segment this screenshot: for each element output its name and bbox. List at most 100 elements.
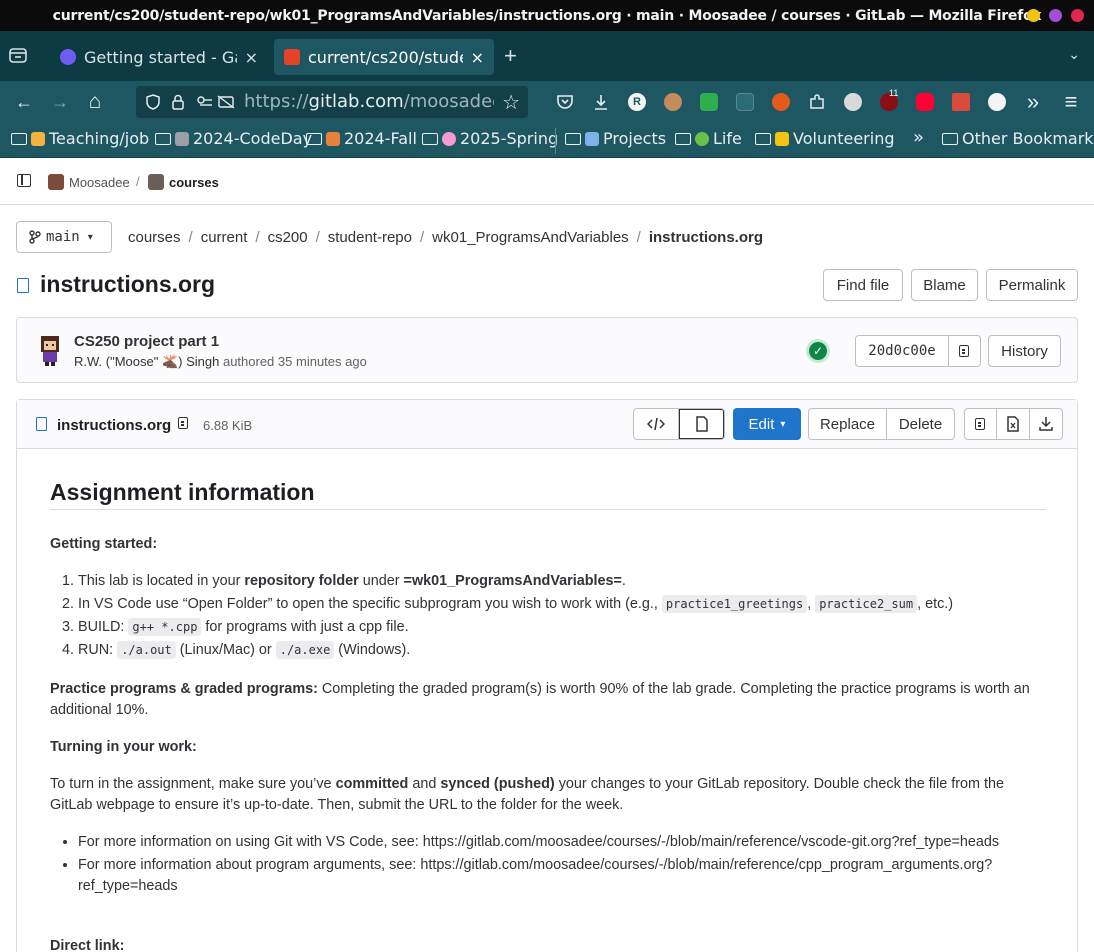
window-controls [1027,9,1084,22]
close-tab-icon[interactable]: × [471,48,484,67]
copy-path-icon[interactable] [178,417,188,429]
commit-title[interactable]: CS250 project part 1 [74,333,219,350]
sidebar-tabs-icon[interactable] [8,45,30,67]
tab-getting-started[interactable]: Getting started - Game × [50,39,268,75]
find-file-button[interactable]: Find file [823,269,903,301]
commit-time: 35 minutes ago [277,354,367,369]
lock-icon[interactable] [171,94,185,110]
duckduckgo-icon[interactable] [772,93,790,111]
branch-selector[interactable]: main ▾ [16,221,112,253]
file-viewer: instructions.org 6.88 KiB Edit ▾ Replace … [16,399,1078,952]
tab-gitlab-instructions[interactable]: current/cs200/student- × [274,39,494,75]
turnin-label: Turning in your work: [50,739,197,755]
bookmark-folder-codeday[interactable]: 2024-CodeDay [155,129,312,148]
green-extension-icon[interactable] [700,93,718,111]
bookmark-folder-teaching[interactable]: Teaching/job [11,129,149,148]
window-title: current/cs200/student-repo/wk01_Programs… [52,7,1042,24]
raw-file-icon [1007,416,1019,432]
path-segment[interactable]: student-repo [328,229,412,246]
bookmarks-separator [555,128,556,154]
tab-label: current/cs200/student- [308,47,463,67]
bookmark-star-icon[interactable]: ☆ [502,90,520,115]
list-item: BUILD: g++ *.cpp for programs with just … [78,617,1046,638]
chevron-down-icon: ▾ [780,418,786,430]
path-segment[interactable]: wk01_ProgramsAndVariables [432,229,629,246]
bookmarks-overflow-button[interactable]: » [913,127,924,148]
permissions-icon[interactable] [196,95,236,109]
bookmark-folder-volunteering[interactable]: Volunteering [755,129,895,148]
author-avatar[interactable] [35,334,65,366]
home-button[interactable]: ⌂ [84,91,106,113]
download-icon[interactable] [592,93,610,111]
tab-strip: Getting started - Game × current/cs200/s… [0,31,1094,81]
edit-dropdown-button[interactable]: Edit ▾ [733,408,801,440]
avatar-extension-icon[interactable] [664,93,682,111]
copy-contents-button[interactable] [964,408,997,440]
shield-icon[interactable] [145,94,161,110]
replace-button[interactable]: Replace [808,408,887,440]
rendered-view-button[interactable] [679,408,725,440]
sidebar-toggle-icon[interactable] [17,174,31,187]
gitlab-icon [284,49,300,65]
maximize-button[interactable] [1049,9,1062,22]
copy-sha-button[interactable] [949,335,981,367]
copy-icon [975,418,985,430]
mastodon-icon [60,49,76,65]
source-view-button[interactable] [633,408,679,440]
practice-paragraph: Practice programs & graded programs: Com… [50,681,1030,718]
commit-sha-group: 20d0c00e [855,335,981,367]
list-tabs-button[interactable]: ⌄ [1068,46,1080,63]
pocket-icon[interactable] [556,93,574,111]
commit-sha[interactable]: 20d0c00e [855,335,949,367]
path-segment[interactable]: current [201,229,248,246]
breadcrumb-project[interactable]: courses [148,174,219,190]
forward-button[interactable]: → [49,91,71,113]
s-extension-icon[interactable] [988,93,1006,111]
commit-meta: R.W. ("Moose" 🫎) Singh authored 35 minut… [74,354,367,369]
minimize-button[interactable] [1027,9,1040,22]
handshake-emoji-icon [775,131,789,146]
folder-icon [11,132,27,145]
breadcrumb-group[interactable]: Moosadee [48,174,130,190]
notification-count-badge: 11 [889,88,899,98]
bookmark-folder-spring[interactable]: 2025-Spring [422,129,558,148]
code-icon [647,417,665,431]
bookmark-folder-fall[interactable]: 2024-Fall [306,129,417,148]
toolbar-overflow-button[interactable]: » [1022,91,1044,113]
blame-button[interactable]: Blame [911,269,978,301]
list-item: In VS Code use “Open Folder” to open the… [78,594,1046,615]
download-button[interactable] [1030,408,1063,440]
back-button[interactable]: ← [13,91,35,113]
delete-button[interactable]: Delete [887,408,955,440]
pipeline-passed-icon[interactable]: ✓ [806,339,830,363]
getting-started-label: Getting started: [50,536,158,552]
extensions-puzzle-icon[interactable] [808,93,826,111]
open-raw-button[interactable] [997,408,1030,440]
new-tab-button[interactable]: + [504,43,517,69]
megaphone-extension-icon[interactable] [952,93,970,111]
close-window-button[interactable] [1071,9,1084,22]
permalink-button[interactable]: Permalink [986,269,1078,301]
replace-delete-group: Replace Delete [808,408,955,440]
youtube-icon[interactable] [916,93,934,111]
folder-icon [675,132,691,145]
bookmark-folder-life[interactable]: Life [675,129,742,148]
breadcrumb-separator: / [136,174,140,189]
doc-heading: Assignment information [50,481,1046,510]
app-menu-button[interactable]: ≡ [1060,91,1082,113]
list-item: RUN: ./a.out (Linux/Mac) or ./a.exe (Win… [78,640,1046,661]
raccoon-extension-icon[interactable] [844,93,862,111]
bookmark-folder-projects[interactable]: Projects [565,129,666,148]
direct-link-label: Direct link: [50,938,125,952]
url-text[interactable]: https://gitlab.com/moosadee/cours [244,91,494,112]
path-segment[interactable]: courses [128,229,181,246]
close-tab-icon[interactable]: × [245,48,258,67]
path-segment[interactable]: cs200 [268,229,308,246]
url-bar[interactable]: https://gitlab.com/moosadee/cours ☆ [136,86,528,118]
commit-author[interactable]: R.W. ("Moose" 🫎) Singh [74,354,219,369]
image-extension-icon[interactable] [736,93,754,111]
bookmark-folder-other[interactable]: Other Bookmarks [942,129,1094,148]
list-item: For more information on using Git with V… [78,832,1046,853]
history-button[interactable]: History [988,335,1061,367]
r-extension-icon[interactable]: R [628,93,646,111]
